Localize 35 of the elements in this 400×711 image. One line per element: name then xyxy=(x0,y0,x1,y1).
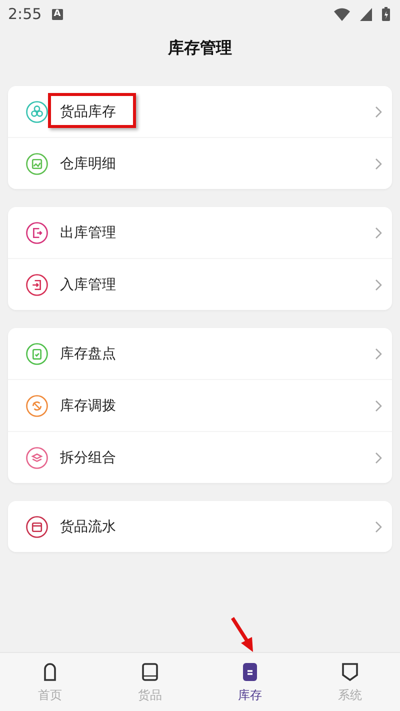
chevron-icon xyxy=(374,400,382,412)
menu-item[interactable]: 库存调拨 xyxy=(8,379,392,431)
chevron-icon xyxy=(374,348,382,360)
menu-item[interactable]: 仓库明细 xyxy=(8,137,392,189)
chevron-icon xyxy=(374,452,382,464)
menu-label: 入库管理 xyxy=(60,276,117,294)
menu-label: 库存盘点 xyxy=(60,344,117,362)
tab-label: 系统 xyxy=(338,687,362,704)
status-time: 2:55 xyxy=(8,5,42,23)
menu-item[interactable]: 货品库存 xyxy=(8,86,392,137)
tab-label: 货品 xyxy=(138,687,162,704)
notification-badge: A xyxy=(52,8,63,20)
menu-label: 出库管理 xyxy=(60,224,117,242)
wifi-icon xyxy=(334,8,350,20)
menu-item[interactable]: 入库管理 xyxy=(8,258,392,310)
tab-label: 库存 xyxy=(238,687,262,704)
signal-icon xyxy=(360,8,372,20)
menu-item[interactable]: 拆分组合 xyxy=(8,431,392,483)
chevron-icon xyxy=(374,226,382,238)
chevron-icon xyxy=(374,278,382,290)
menu-label: 仓库明细 xyxy=(60,154,117,172)
tab-label: 首页 xyxy=(38,687,62,704)
chevron-icon xyxy=(374,158,382,170)
menu-label: 货品流水 xyxy=(60,518,117,536)
page-title: 库存管理 xyxy=(166,37,233,59)
menu-item[interactable]: 出库管理 xyxy=(8,207,392,258)
battery-icon xyxy=(382,7,390,21)
menu-item[interactable]: 货品流水 xyxy=(8,501,392,552)
menu-item[interactable]: 库存盘点 xyxy=(8,328,392,379)
tab-item[interactable]: 库存 xyxy=(200,653,300,711)
menu-label: 货品库存 xyxy=(60,102,117,120)
chevron-icon xyxy=(374,106,382,118)
menu-label: 库存调拨 xyxy=(60,396,117,414)
chevron-icon xyxy=(374,520,382,532)
menu-label: 拆分组合 xyxy=(60,448,117,466)
